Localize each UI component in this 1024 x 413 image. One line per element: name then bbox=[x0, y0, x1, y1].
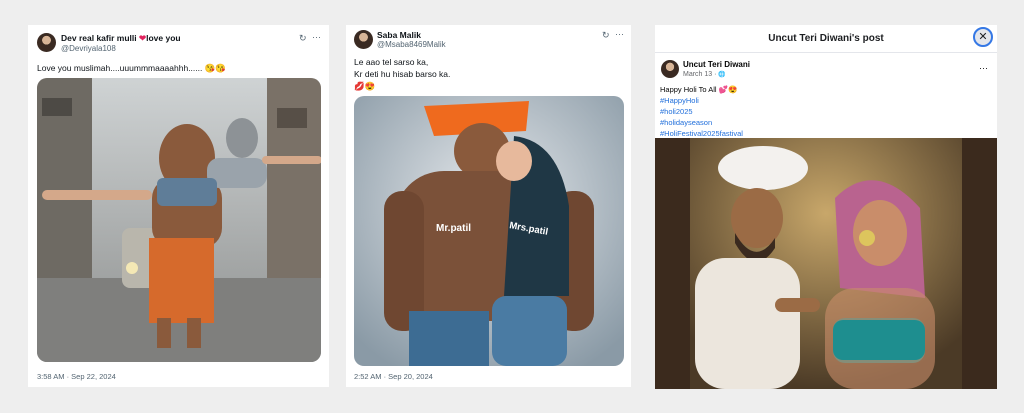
tweet-line-1: Le aao tel sarso ka, bbox=[354, 57, 429, 67]
globe-icon: 🌐 bbox=[718, 72, 726, 78]
image-rain-street bbox=[37, 78, 321, 362]
avatar[interactable] bbox=[37, 33, 56, 52]
post-date[interactable]: March 13 · 🌐 bbox=[683, 71, 726, 78]
author-name-suffix: love you bbox=[146, 33, 181, 43]
tweet-timestamp[interactable]: 2:52 AM · Sep 20, 2024 bbox=[354, 372, 433, 381]
avatar[interactable] bbox=[354, 30, 373, 49]
image-label-mr: Mr.patil bbox=[436, 223, 471, 234]
author-name-text: Dev real kafir mulli bbox=[61, 33, 137, 43]
image-holi-couple bbox=[655, 138, 997, 389]
fb-post-modal: Uncut Teri Diwani's post ✕ Uncut Teri Di… bbox=[655, 25, 997, 389]
author-name[interactable]: Uncut Teri Diwani bbox=[683, 60, 750, 69]
avatar[interactable] bbox=[661, 60, 679, 78]
more-icon[interactable]: ··· bbox=[615, 29, 624, 39]
tweet-text-body: Love you muslimah....uuummmaaaahhh...... bbox=[37, 63, 203, 73]
image-couple-tattoo: Mr.patil Mrs.patil bbox=[354, 96, 624, 366]
refresh-icon[interactable]: ↻ bbox=[299, 33, 307, 43]
tweet-image[interactable] bbox=[37, 78, 321, 362]
hashtag-link[interactable]: #holi2025 bbox=[660, 106, 693, 117]
author-name[interactable]: Saba Malik bbox=[377, 30, 421, 40]
close-icon[interactable]: ✕ bbox=[973, 27, 993, 47]
tweet-text: Love you muslimah....uuummmaaaahhh......… bbox=[37, 62, 226, 74]
tweet-line-2: Kr deti hu hisab barso ka. bbox=[354, 69, 451, 79]
hashtag-link[interactable]: #HappyHoli bbox=[660, 95, 699, 106]
refresh-icon[interactable]: ↻ bbox=[602, 30, 610, 40]
author-handle[interactable]: @Msaba8469Malik bbox=[377, 40, 446, 49]
hashtag-link[interactable]: #holidayseason bbox=[660, 117, 712, 128]
modal-header: Uncut Teri Diwani's post ✕ bbox=[655, 25, 997, 53]
tweet-timestamp[interactable]: 3:58 AM · Sep 22, 2024 bbox=[37, 372, 116, 381]
kiss-emoji: 😘😘 bbox=[204, 63, 226, 73]
more-icon[interactable]: ··· bbox=[979, 63, 988, 73]
tweet-card-1: Dev real kafir mulli ❤love you @Devriyal… bbox=[28, 25, 329, 387]
tweet-card-2: Saba Malik @Msaba8469Malik ↻ ··· Le aao … bbox=[346, 25, 631, 387]
modal-title: Uncut Teri Diwani's post bbox=[768, 33, 884, 44]
post-text: Happy Holi To All 💕😍 bbox=[660, 85, 738, 94]
tweet-image[interactable]: Mr.patil Mrs.patil bbox=[354, 96, 624, 366]
post-date-text: March 13 · bbox=[683, 71, 719, 78]
post-image[interactable] bbox=[655, 138, 997, 389]
more-icon[interactable]: ··· bbox=[312, 32, 321, 42]
author-name[interactable]: Dev real kafir mulli ❤love you bbox=[61, 33, 181, 44]
tweet-line-3: 💋😍 bbox=[354, 81, 376, 91]
author-handle[interactable]: @Devriyala108 bbox=[61, 44, 116, 53]
